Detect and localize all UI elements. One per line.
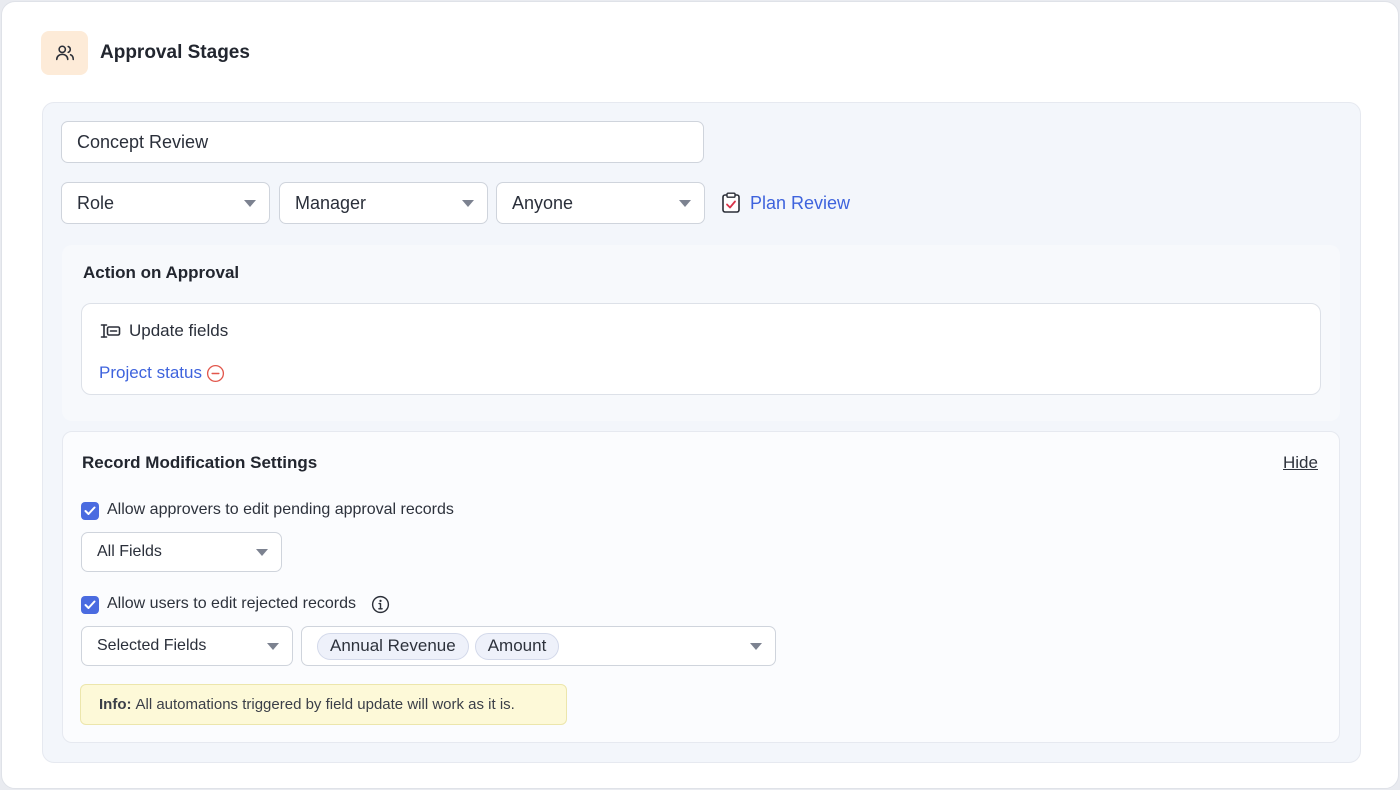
page-title: Approval Stages xyxy=(100,42,250,63)
approval-stages-window: Approval Stages Concept Review Role Mana… xyxy=(1,1,1399,789)
info-icon[interactable] xyxy=(371,595,390,614)
users-icon xyxy=(41,31,88,75)
chevron-down-icon xyxy=(244,200,256,207)
users-fields-mode-value: Selected Fields xyxy=(97,637,207,654)
project-status-link[interactable]: Project status xyxy=(99,363,202,383)
chevron-down-icon xyxy=(256,549,268,556)
chevron-down-icon xyxy=(267,643,279,650)
users-fields-mode-select[interactable]: Selected Fields xyxy=(81,626,293,666)
approvers-fields-select[interactable]: All Fields xyxy=(81,532,282,572)
allow-users-label: Allow users to edit rejected records xyxy=(107,595,356,612)
approvers-fields-value: All Fields xyxy=(97,543,162,560)
allow-approvers-checkbox[interactable] xyxy=(81,502,99,520)
plan-review-link[interactable]: Plan Review xyxy=(721,191,850,215)
chevron-down-icon xyxy=(679,200,691,207)
selected-fields-multiselect[interactable]: Annual Revenue Amount xyxy=(301,626,776,666)
update-fields-label: Update fields xyxy=(129,321,229,340)
approver-type-select[interactable]: Role xyxy=(61,182,270,224)
checkmark-icon xyxy=(84,506,96,515)
update-field-icon xyxy=(99,322,121,340)
plan-review-label: Plan Review xyxy=(750,192,851,213)
checkmark-icon xyxy=(84,600,96,609)
allow-users-checkbox[interactable] xyxy=(81,596,99,614)
approver-type-value: Role xyxy=(77,192,115,213)
checklist-icon xyxy=(721,192,741,214)
section-header: Approval Stages xyxy=(41,30,250,76)
record-modification-title: Record Modification Settings xyxy=(82,453,318,472)
chevron-down-icon xyxy=(750,643,762,650)
update-fields-box xyxy=(81,303,1321,395)
chevron-down-icon xyxy=(462,200,474,207)
update-fields-action: Update fields xyxy=(99,320,228,342)
approver-role-value: Manager xyxy=(295,192,367,213)
hide-link[interactable]: Hide xyxy=(1283,453,1318,473)
approver-role-select[interactable]: Manager xyxy=(279,182,488,224)
field-chip[interactable]: Annual Revenue xyxy=(317,632,469,660)
action-on-approval-title: Action on Approval xyxy=(83,263,240,282)
info-text: All automations triggered by field updat… xyxy=(135,696,515,713)
info-prefix: Info: xyxy=(99,696,132,713)
project-status-field: Project status xyxy=(99,362,225,384)
allow-approvers-label: Allow approvers to edit pending approval… xyxy=(107,501,454,518)
approval-rule-value: Anyone xyxy=(512,192,574,213)
approval-rule-select[interactable]: Anyone xyxy=(496,182,705,224)
remove-icon[interactable] xyxy=(206,364,225,383)
info-banner: Info: All automations triggered by field… xyxy=(80,684,567,725)
stage-name-input[interactable]: Concept Review xyxy=(61,121,704,163)
field-chip[interactable]: Amount xyxy=(474,632,560,660)
